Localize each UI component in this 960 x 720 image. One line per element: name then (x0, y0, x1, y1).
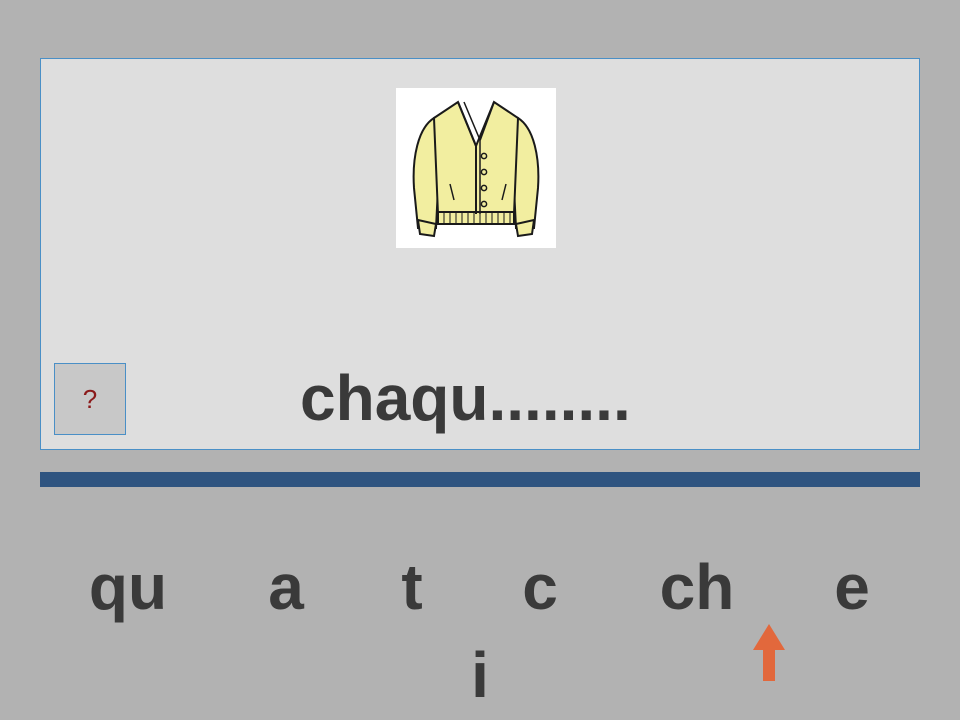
choice-i[interactable]: i (471, 640, 489, 710)
choice-ch[interactable]: ch (660, 552, 735, 622)
target-word: chaqu........ (300, 362, 631, 434)
divider-bar (40, 472, 920, 487)
choice-a[interactable]: a (268, 552, 304, 622)
choice-c[interactable]: c (522, 552, 558, 622)
up-arrow-icon (752, 624, 786, 682)
choice-qu[interactable]: qu (89, 552, 167, 622)
help-button[interactable]: ? (54, 363, 126, 435)
cardigan-sweater-icon (396, 88, 556, 248)
choice-t[interactable]: t (401, 552, 422, 622)
choice-e[interactable]: e (834, 552, 870, 622)
